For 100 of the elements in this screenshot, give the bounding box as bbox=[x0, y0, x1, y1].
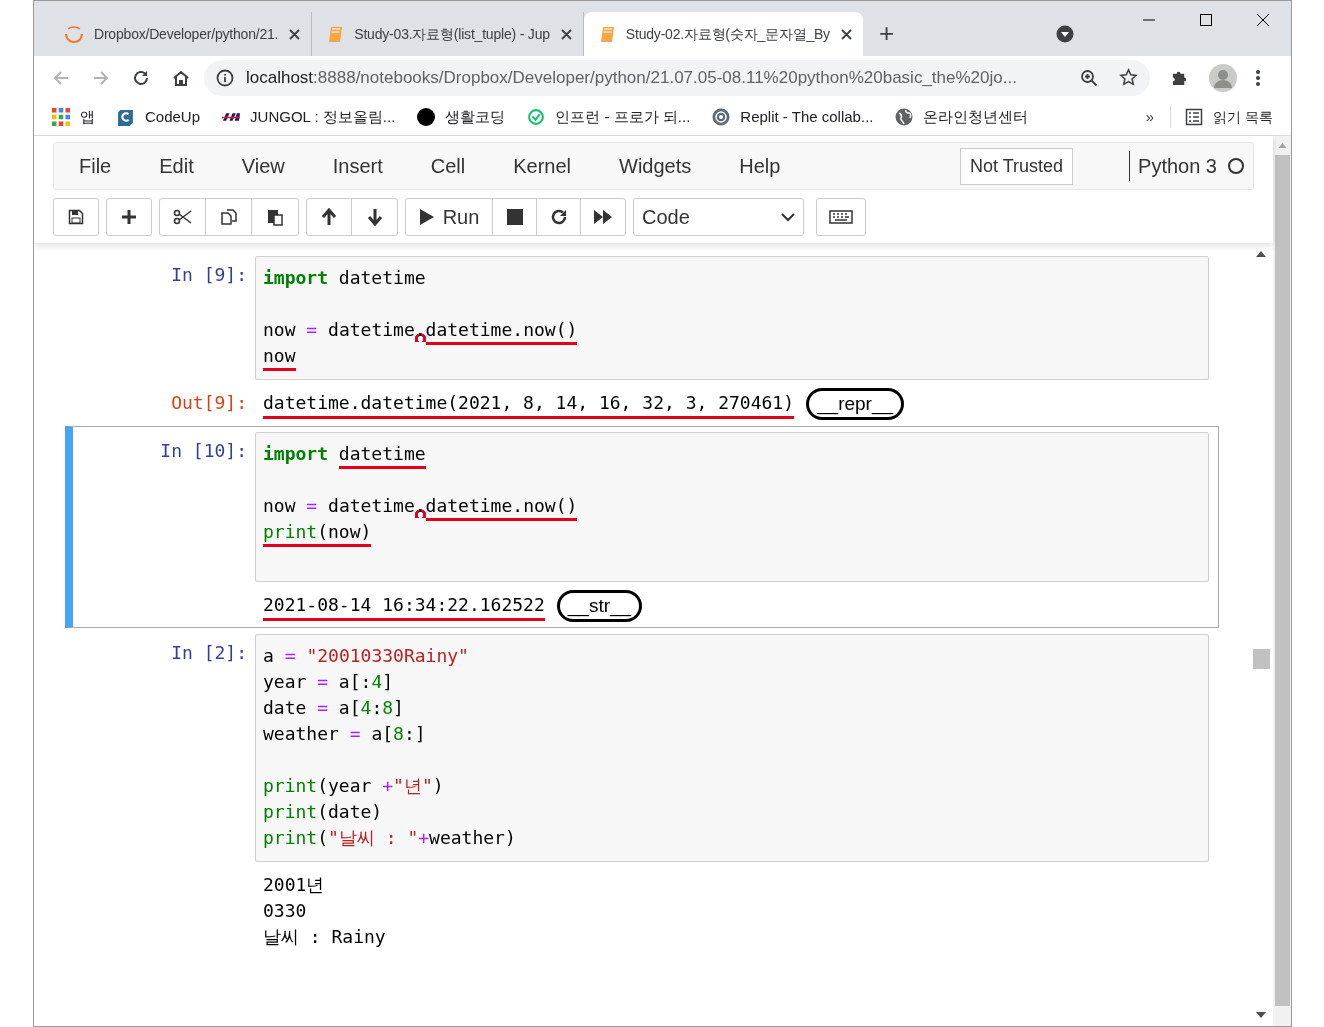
bookmark[interactable]: JUNGOL : 정보올림... bbox=[222, 105, 396, 129]
tab-search-icon[interactable] bbox=[1056, 25, 1074, 43]
bookmark[interactable]: 온라인청년센터 bbox=[895, 105, 1029, 129]
url-text: localhost:8888/notebooks/Dropbox/Developer/python/21.07.05-08.11%20python%20basic_the%20jo... bbox=[246, 66, 1017, 89]
tab-title: Study-02.자료형(숫자_문자열_By bbox=[625, 24, 830, 44]
globe-icon bbox=[895, 108, 914, 126]
code-token: (now) bbox=[317, 520, 372, 547]
arrow-down-icon bbox=[366, 208, 383, 226]
code-token: = bbox=[284, 644, 297, 668]
bookmark[interactable]: Replit - The collab... bbox=[712, 105, 874, 129]
info-icon[interactable] bbox=[216, 68, 234, 87]
input-prompt: In [10]: bbox=[160, 439, 247, 463]
apps-grid-icon bbox=[52, 108, 70, 126]
restart-icon bbox=[549, 208, 568, 226]
code-token: "년" bbox=[393, 774, 433, 798]
cell-type-select[interactable]: Code bbox=[633, 198, 804, 236]
code-token: :] bbox=[403, 722, 426, 746]
code-token: now bbox=[263, 344, 296, 371]
code-token: + bbox=[418, 826, 430, 850]
code-token: date bbox=[263, 696, 308, 720]
chevron-down-icon bbox=[781, 212, 795, 222]
code-token: (year bbox=[317, 774, 373, 798]
menu-item[interactable]: View bbox=[217, 151, 309, 181]
menu-item[interactable]: Insert bbox=[308, 151, 407, 181]
keyboard-icon bbox=[829, 210, 853, 224]
code-token: print bbox=[263, 800, 318, 824]
code-token: a[: bbox=[337, 670, 372, 694]
code-token: "날씨 : " bbox=[328, 826, 419, 850]
run-button[interactable]: Run bbox=[406, 199, 493, 235]
input-prompt: In [9]: bbox=[171, 263, 247, 287]
scrollbar-thumb[interactable] bbox=[1274, 155, 1290, 1006]
code-token: datetime.now() bbox=[425, 318, 578, 345]
insert-cell-button[interactable] bbox=[106, 198, 152, 236]
replit-logo-icon bbox=[712, 108, 731, 126]
code-editor[interactable]: a = "20010330Rainy" year = a[:4] date = a[4:8] weather = a[8:] print(year +"년") print(date) print("날씨 : "+weather) bbox=[255, 634, 1209, 862]
notebook-cell[interactable]: In [2]: a = "20010330Rainy" year = a[:4] date = a[4:8] weather = a[8:] print(year +"년") print(date) print("날씨 : "+weather) 2001년 0330 날씨 : Rainy bbox=[65, 628, 1219, 956]
code-token: datetime bbox=[327, 318, 415, 342]
reload-icon[interactable] bbox=[132, 68, 150, 87]
menu-item[interactable]: File bbox=[79, 151, 136, 181]
bookmark[interactable]: 생활코딩 bbox=[417, 105, 506, 129]
output-text: datetime.datetime(2021, 8, 14, 16, 32, 3, 270461) bbox=[263, 390, 794, 419]
zoom-icon[interactable] bbox=[1080, 68, 1098, 87]
code-token: a[ bbox=[337, 696, 361, 720]
scroll-up-icon[interactable] bbox=[1256, 251, 1266, 257]
inflearn-logo-icon bbox=[527, 108, 546, 126]
reading-list-label[interactable]: 읽기 목록 bbox=[1213, 106, 1273, 128]
plus-icon bbox=[121, 209, 137, 225]
avatar-icon[interactable] bbox=[1209, 63, 1237, 92]
code-token: = bbox=[349, 722, 361, 746]
output-text: 2021-08-14 16:34:22.162522 bbox=[263, 592, 545, 621]
menu-item[interactable]: Help bbox=[715, 151, 805, 181]
code-token: print bbox=[263, 826, 318, 850]
home-icon[interactable] bbox=[172, 68, 190, 87]
save-icon bbox=[68, 209, 84, 225]
arrow-up-icon bbox=[321, 208, 337, 226]
bookmark[interactable]: 인프런 - 프로가 되... bbox=[527, 105, 691, 129]
star-icon[interactable] bbox=[1119, 68, 1138, 87]
bookmark[interactable]: 앱 bbox=[52, 105, 95, 129]
menu-item[interactable]: Edit bbox=[135, 151, 218, 181]
keyboard-button[interactable] bbox=[816, 198, 866, 236]
code-token: datetime bbox=[338, 266, 426, 290]
code-token: : bbox=[371, 696, 383, 720]
reading-list-icon[interactable] bbox=[1185, 108, 1204, 126]
address-bar[interactable]: localhost:8888/notebooks/Dropbox/Developer/python/21.07.05-08.11%20python%20basic_the%20jo... bbox=[204, 59, 1150, 96]
play-icon bbox=[418, 208, 435, 226]
input-prompt: In [2]: bbox=[171, 641, 247, 665]
scrollbar-thumb[interactable] bbox=[1252, 649, 1270, 669]
close-icon bbox=[839, 27, 853, 41]
paste-icon bbox=[266, 208, 284, 226]
code-token: print bbox=[263, 774, 318, 798]
save-button[interactable] bbox=[53, 198, 99, 236]
code-token: import bbox=[263, 442, 330, 466]
menu-item[interactable]: Kernel bbox=[489, 151, 595, 181]
code-token: = bbox=[317, 696, 329, 720]
kernel-name: Python 3 bbox=[1138, 154, 1217, 179]
page-scrollbar[interactable] bbox=[1273, 136, 1291, 1026]
code-token: ] bbox=[382, 670, 394, 694]
scroll-down-icon[interactable] bbox=[1256, 1012, 1266, 1018]
bookmark[interactable]: CodeUp bbox=[117, 105, 201, 129]
code-token: import bbox=[263, 266, 330, 290]
code-token: = bbox=[317, 670, 329, 694]
new-tab-button[interactable]: + bbox=[878, 20, 895, 46]
stop-icon bbox=[506, 209, 523, 225]
menu-item[interactable]: Cell bbox=[406, 151, 490, 181]
code-token: 4 bbox=[371, 670, 383, 694]
tab-title: Study-03.자료형(list_tuple) - Jup bbox=[354, 24, 550, 44]
menu-item[interactable]: Widgets bbox=[595, 151, 716, 181]
close-icon bbox=[559, 27, 573, 41]
tab-title: Dropbox/Developer/python/21. bbox=[94, 24, 279, 44]
code-token: (date) bbox=[317, 800, 383, 824]
menu-icon[interactable] bbox=[1255, 68, 1261, 87]
output-text: 2001년 bbox=[263, 873, 325, 897]
code-token: now bbox=[263, 318, 297, 342]
close-icon bbox=[288, 27, 302, 41]
more-bookmarks-button[interactable]: » bbox=[1145, 105, 1155, 129]
not-trusted-indicator[interactable]: Not Trusted bbox=[960, 147, 1074, 185]
code-token: ( bbox=[317, 826, 329, 850]
cell-type-value: Code bbox=[642, 205, 690, 230]
browser-tab[interactable]: Study-02.자료형(숫자_문자열_By bbox=[583, 12, 863, 56]
output-text: 0330 bbox=[263, 899, 307, 923]
